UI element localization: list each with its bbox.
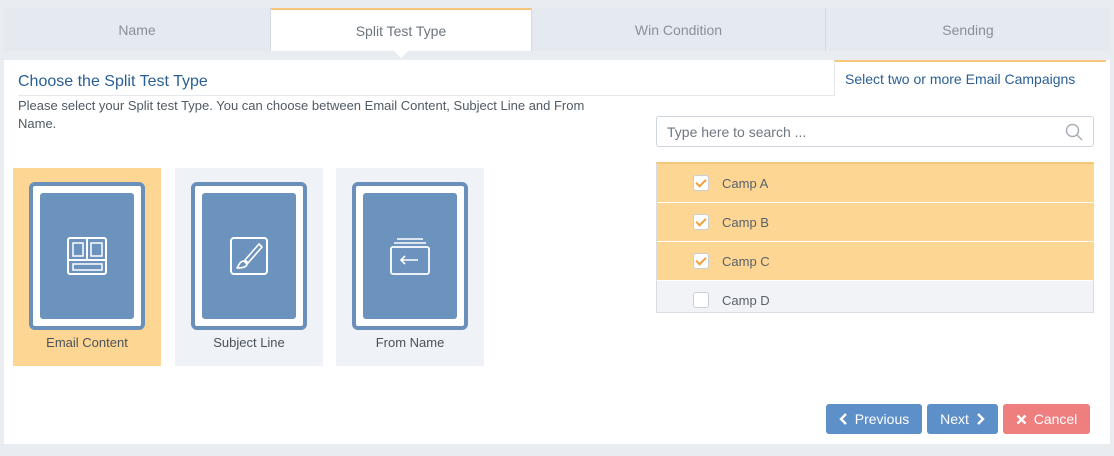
next-label: Next xyxy=(940,411,969,427)
type-card-label: From Name xyxy=(375,335,445,350)
layout-icon xyxy=(67,237,107,275)
inbox-icon xyxy=(390,238,430,275)
card-icon-area xyxy=(363,193,457,319)
campaign-label: Camp B xyxy=(722,214,769,230)
tab-name[interactable]: Name xyxy=(4,8,271,51)
card-frame xyxy=(191,182,307,330)
search-icon[interactable] xyxy=(1065,123,1083,141)
type-card-label: Subject Line xyxy=(213,335,285,350)
search-input[interactable] xyxy=(657,117,1047,146)
brush-icon xyxy=(230,237,268,275)
check-icon xyxy=(695,215,707,227)
card-icon-area xyxy=(40,193,134,319)
card-frame xyxy=(352,182,468,330)
campaign-label: Camp D xyxy=(722,292,770,308)
campaigns-section-title: Select two or more Email Campaigns xyxy=(834,60,1106,96)
tab-win-condition[interactable]: Win Condition xyxy=(532,8,826,51)
card-icon-area xyxy=(202,193,296,319)
campaign-row-camp-c[interactable]: Camp C xyxy=(657,242,1093,281)
checkbox[interactable] xyxy=(693,253,709,269)
campaign-label: Camp A xyxy=(722,175,769,191)
cancel-label: Cancel xyxy=(1033,411,1078,427)
next-button[interactable]: Next xyxy=(927,404,998,434)
main-panel: Choose the Split Test Type Select two or… xyxy=(4,60,1110,444)
section-title: Choose the Split Test Type xyxy=(18,73,208,90)
type-card-email-content[interactable]: Email Content xyxy=(13,168,161,366)
checkbox[interactable] xyxy=(693,292,709,308)
campaign-search xyxy=(656,116,1094,147)
campaign-row-camp-a[interactable]: Camp A xyxy=(657,164,1093,203)
type-card-label: Email Content xyxy=(46,335,128,350)
card-frame xyxy=(29,182,145,330)
section-description: Please select your Split test Type. You … xyxy=(18,98,585,131)
check-icon xyxy=(695,254,707,266)
previous-label: Previous xyxy=(854,411,910,427)
chevron-left-icon xyxy=(839,413,847,425)
chevron-right-icon xyxy=(977,413,985,425)
wizard-tabs: Name Split Test Type Win Condition Sendi… xyxy=(4,8,1110,58)
checkbox[interactable] xyxy=(693,175,709,191)
campaign-list: Camp A Camp B Camp C Camp D xyxy=(656,162,1094,313)
cancel-button[interactable]: Cancel xyxy=(1003,404,1090,434)
campaign-label: Camp C xyxy=(722,253,770,269)
checkbox[interactable] xyxy=(693,214,709,230)
type-card-from-name[interactable]: From Name xyxy=(336,168,484,366)
campaign-row-camp-b[interactable]: Camp B xyxy=(657,203,1093,242)
tab-sending[interactable]: Sending xyxy=(826,8,1110,51)
campaign-row-camp-d[interactable]: Camp D xyxy=(657,281,1093,312)
check-icon xyxy=(695,176,707,188)
previous-button[interactable]: Previous xyxy=(826,404,922,434)
tab-split-test-type[interactable]: Split Test Type xyxy=(271,8,532,58)
close-icon xyxy=(1016,414,1027,424)
type-card-subject-line[interactable]: Subject Line xyxy=(175,168,323,366)
